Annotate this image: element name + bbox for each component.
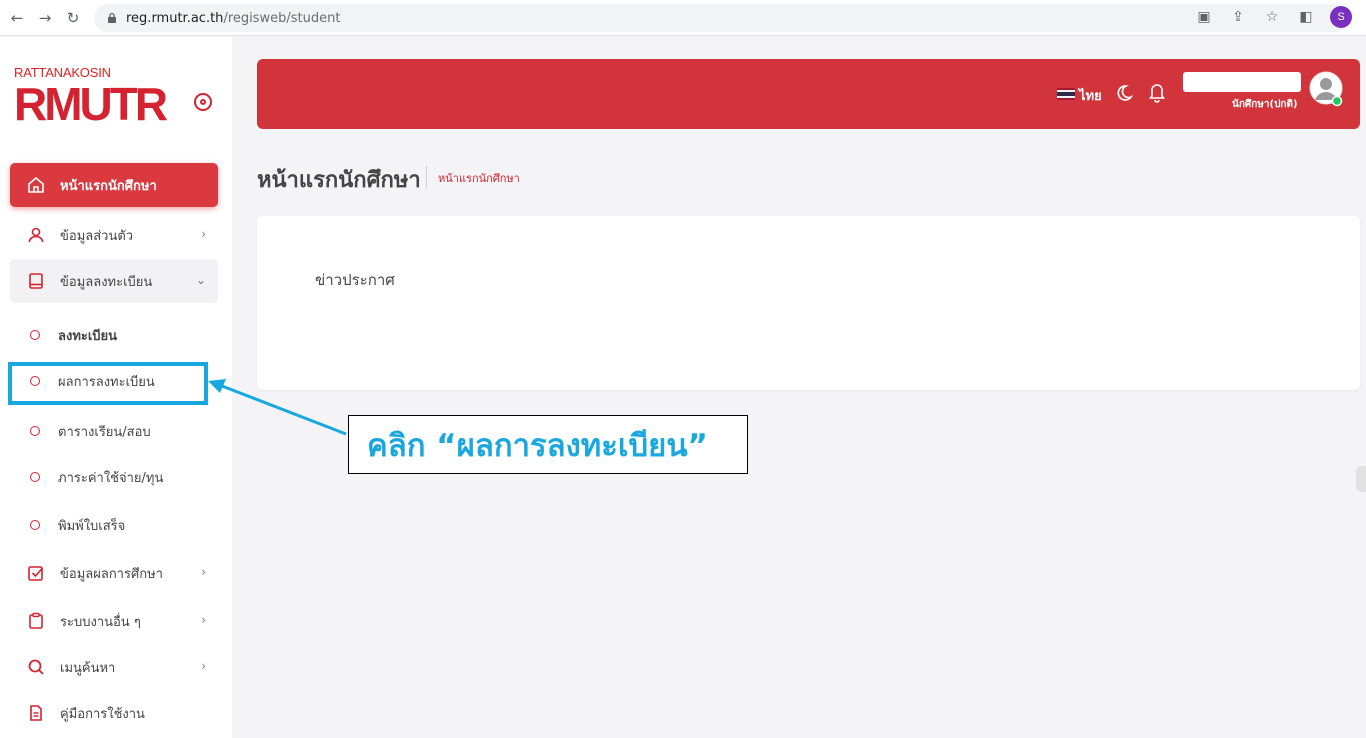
instruction-callout: คลิก “ผลการลงทะเบียน” <box>348 415 748 474</box>
scroll-handle[interactable] <box>1356 466 1366 492</box>
annotation-arrow <box>208 379 347 436</box>
instruction-text: คลิก “ผลการลงทะเบียน” <box>367 427 708 464</box>
